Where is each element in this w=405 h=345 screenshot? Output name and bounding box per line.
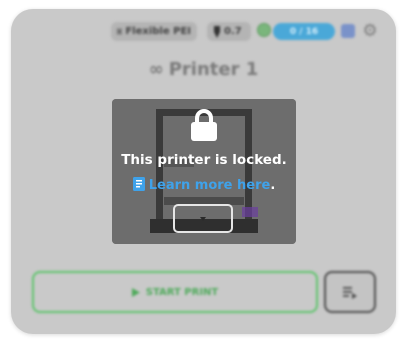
- nozzle-icon: [214, 25, 220, 38]
- book-icon: [132, 177, 145, 191]
- queue-button[interactable]: [324, 271, 376, 313]
- chevron-down-icon: [200, 216, 206, 221]
- progress-label: 0 / 16: [289, 26, 319, 37]
- plate-chip[interactable]: Flexible PEI: [111, 22, 197, 41]
- printer-title: ∞ Printer 1: [11, 59, 396, 80]
- start-print-label: START PRINT: [145, 286, 219, 298]
- queue-icon: [343, 287, 357, 299]
- status-indicator: [257, 23, 271, 37]
- infinity-icon: ∞: [148, 59, 164, 80]
- printer-name-text: Printer 1: [168, 59, 259, 80]
- lock-overlay: This printer is locked. Learn more here.: [112, 99, 296, 244]
- filament-color-swatch[interactable]: [341, 24, 355, 38]
- start-print-button[interactable]: START PRINT: [32, 271, 318, 313]
- lock-icon: [191, 109, 217, 141]
- learn-more-row: Learn more here.: [112, 177, 296, 193]
- print-progress-badge[interactable]: 0 / 16: [273, 23, 335, 40]
- expand-button[interactable]: [173, 204, 233, 233]
- gear-icon[interactable]: ⚙: [360, 21, 380, 41]
- play-icon: [131, 287, 140, 297]
- page: Flexible PEI 0.7 0 / 16 ⚙ ∞ Printer 1 ST…: [0, 0, 405, 345]
- learn-more-link[interactable]: Learn more here: [149, 178, 271, 193]
- nozzle-chip-label: 0.7: [224, 26, 242, 37]
- learn-more-suffix: .: [270, 178, 276, 193]
- plate-icon: [117, 28, 123, 35]
- plate-chip-label: Flexible PEI: [125, 26, 191, 37]
- nozzle-chip[interactable]: 0.7: [207, 22, 251, 41]
- locked-message: This printer is locked.: [121, 152, 287, 168]
